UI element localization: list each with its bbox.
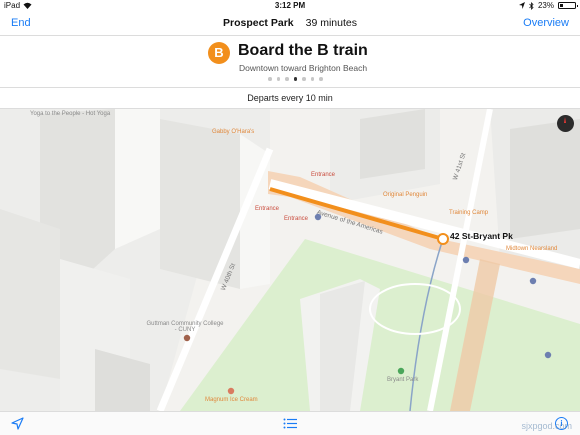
bottom-toolbar: i — [0, 411, 580, 435]
battery-level — [560, 4, 564, 7]
battery-icon — [558, 2, 578, 9]
step-card[interactable]: B Board the B train Downtown toward Brig… — [0, 37, 580, 86]
school-marker[interactable] — [183, 334, 191, 342]
location-arrow-icon[interactable] — [11, 417, 24, 430]
poi-label[interactable]: Yoga to the People - Hot Yoga — [30, 111, 110, 117]
subway-line-badge: B — [208, 42, 230, 64]
clock: 3:12 PM — [274, 1, 306, 10]
step-title: Board the B train — [238, 42, 368, 59]
entrance-label[interactable]: Entrance — [284, 216, 308, 222]
page-dot[interactable] — [276, 77, 281, 81]
page-dot[interactable] — [293, 77, 298, 81]
page-dot[interactable] — [302, 77, 306, 81]
departure-frequency: Departs every 10 min — [0, 87, 580, 109]
transit-marker[interactable] — [462, 256, 470, 264]
watermark: sjxpgod.com — [521, 421, 572, 431]
location-services-icon — [518, 2, 525, 9]
transit-marker[interactable] — [544, 351, 552, 359]
map-canvas — [0, 109, 580, 411]
entrance-label[interactable]: Entrance — [255, 206, 279, 212]
page-dot[interactable] — [319, 77, 323, 81]
overview-button[interactable]: Overview — [523, 17, 569, 29]
park-marker[interactable] — [397, 367, 405, 375]
step-subtitle: Downtown toward Brighton Beach — [239, 63, 368, 73]
bluetooth-icon — [529, 1, 534, 10]
poi-label[interactable]: Gabby O'Hara's — [212, 129, 254, 135]
map-view[interactable]: Yoga to the People - Hot Yoga Gabby O'Ha… — [0, 109, 580, 411]
station-label[interactable]: 42 St-Bryant Pk — [450, 231, 513, 241]
station-marker[interactable] — [437, 233, 449, 245]
status-bar: iPad 3:12 PM 23% — [0, 0, 580, 12]
page-dot[interactable] — [285, 77, 289, 81]
compass-icon[interactable] — [557, 115, 574, 132]
page-indicator[interactable] — [0, 77, 580, 81]
battery-percent: 23% — [537, 1, 554, 10]
entrance-label[interactable]: Entrance — [311, 172, 335, 178]
poi-label[interactable]: Magnum Ice Cream — [205, 397, 258, 403]
page-dot[interactable] — [310, 77, 315, 81]
poi-label[interactable]: Guttman Community College - CUNY — [145, 321, 225, 333]
destination-title: Prospect Park — [223, 17, 294, 29]
navigation-bar: End Prospect Park 39 minutes Overview — [0, 12, 580, 36]
trip-duration: 39 minutes — [305, 17, 357, 29]
list-icon[interactable] — [283, 418, 297, 429]
poi-label[interactable]: Midtown Nearsland — [506, 246, 557, 252]
poi-label[interactable]: Training Camp — [449, 210, 488, 216]
page-dot[interactable] — [268, 77, 272, 81]
poi-label[interactable]: Original Penguin — [383, 192, 427, 198]
food-marker[interactable] — [227, 387, 235, 395]
transit-marker[interactable] — [529, 277, 537, 285]
poi-label[interactable]: Bryant Park — [387, 377, 418, 383]
route-summary: Prospect Park 39 minutes — [0, 17, 580, 29]
